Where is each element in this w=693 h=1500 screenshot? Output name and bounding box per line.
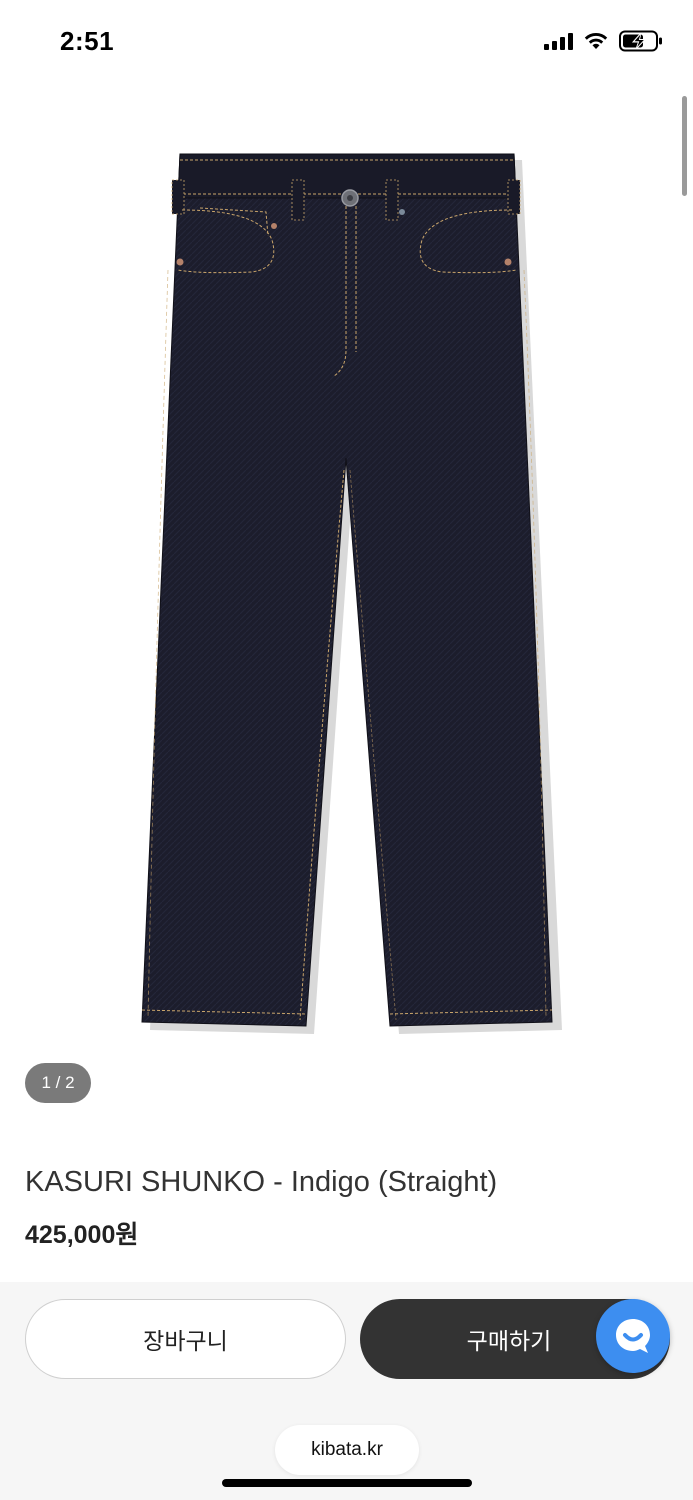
battery-charging-icon (619, 30, 662, 52)
status-icons (544, 30, 663, 52)
scroll-indicator[interactable] (682, 96, 687, 196)
add-to-cart-button[interactable]: 장바구니 (25, 1299, 346, 1379)
wifi-icon (584, 32, 608, 49)
home-indicator[interactable] (222, 1479, 472, 1487)
chat-bubble-icon (616, 1319, 650, 1353)
image-pager-badge: 1 / 2 (25, 1063, 91, 1103)
cellular-signal-icon (544, 32, 573, 50)
product-image-jeans[interactable] (120, 140, 580, 1040)
browser-url-bar[interactable]: kibata.kr (275, 1425, 419, 1475)
product-title: KASURI SHUNKO - Indigo (Straight) (25, 1166, 498, 1198)
product-price: 425,000원 (25, 1221, 139, 1249)
status-time: 2:51 (60, 26, 115, 56)
chat-button[interactable] (596, 1299, 670, 1373)
status-bar: 2:51 (0, 0, 693, 80)
